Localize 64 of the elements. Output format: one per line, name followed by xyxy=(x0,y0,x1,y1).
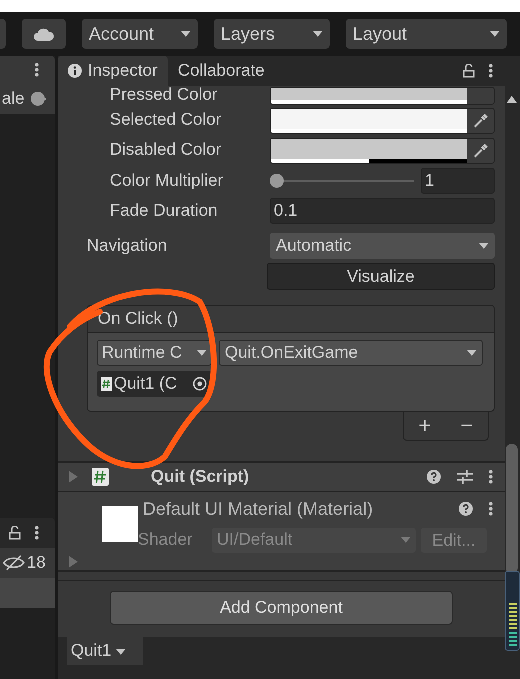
navigation-dropdown[interactable]: Automatic xyxy=(270,233,495,259)
slider-thumb-icon[interactable] xyxy=(30,92,46,106)
info-icon xyxy=(68,64,82,78)
eyedropper-icon[interactable] xyxy=(472,143,488,159)
add-button[interactable]: + xyxy=(418,415,432,437)
component-title: Quit (Script) xyxy=(151,466,250,488)
component-header[interactable]: Quit (Script) xyxy=(58,463,505,492)
caret-icon xyxy=(181,31,191,37)
material-preview xyxy=(102,506,138,542)
bottom-tab[interactable]: Quit1 xyxy=(67,637,143,665)
script-icon xyxy=(92,468,109,486)
material-title: Default UI Material (Material) xyxy=(143,498,374,521)
more-icon[interactable] xyxy=(35,63,39,77)
more-icon[interactable] xyxy=(489,64,493,78)
caret-icon xyxy=(116,649,126,655)
cloud-button[interactable] xyxy=(22,19,66,49)
lock-icon[interactable] xyxy=(9,526,21,540)
remove-button[interactable]: − xyxy=(460,415,474,437)
sliders-icon[interactable] xyxy=(457,470,473,484)
property-label: Color Multiplier xyxy=(109,170,224,192)
property-label: Disabled Color xyxy=(110,140,222,159)
runtime-dropdown[interactable]: Runtime C xyxy=(97,340,212,366)
visualize-button[interactable]: Visualize xyxy=(267,263,495,290)
number-field[interactable]: 0.1 xyxy=(270,198,495,224)
property-label: Fade Duration xyxy=(109,200,219,222)
color-field[interactable] xyxy=(270,138,495,164)
object-field[interactable]: Quit1 (C xyxy=(97,371,212,397)
target-icon[interactable] xyxy=(193,377,207,391)
function-dropdown[interactable]: Quit.OnExitGame xyxy=(219,340,483,366)
toolbar-dropdown[interactable]: Layers xyxy=(214,19,330,49)
help-icon[interactable] xyxy=(427,470,441,484)
caret-icon xyxy=(490,31,500,37)
script-icon xyxy=(101,377,112,391)
slider[interactable] xyxy=(270,174,414,188)
number-field[interactable]: 1 xyxy=(421,168,495,194)
caret-icon xyxy=(401,537,411,543)
more-icon[interactable] xyxy=(35,526,39,540)
cloud-icon xyxy=(33,27,55,41)
field-label: ale xyxy=(2,88,25,110)
color-field[interactable] xyxy=(270,87,495,105)
panel-tab[interactable]: Inspector xyxy=(58,56,168,86)
count-label: 18 xyxy=(27,552,46,574)
more-icon[interactable] xyxy=(489,502,493,516)
event-header: On Click () xyxy=(88,306,494,333)
caret-icon xyxy=(197,350,207,356)
scroll-up-icon[interactable] xyxy=(507,96,517,103)
caret-icon xyxy=(313,31,323,37)
help-icon[interactable] xyxy=(459,502,473,516)
caret-icon xyxy=(467,350,477,356)
property-label: Selected Color xyxy=(110,110,222,129)
more-icon[interactable] xyxy=(489,470,493,484)
lock-icon[interactable] xyxy=(463,64,475,78)
toolbar-dropdown[interactable]: Account xyxy=(82,19,198,49)
property-label: Pressed Color xyxy=(110,86,218,104)
scrollbar-thumb[interactable] xyxy=(506,444,518,574)
panel-tab[interactable]: Collaborate xyxy=(168,56,275,86)
color-field[interactable] xyxy=(270,108,495,134)
caret-icon xyxy=(479,243,489,249)
eyedropper-icon[interactable] xyxy=(472,113,488,129)
add-component-button[interactable]: Add Component xyxy=(110,591,453,625)
toolbar-dropdown[interactable]: Layout xyxy=(346,19,507,49)
property-label: Navigation xyxy=(86,235,168,258)
eye-slash-icon[interactable] xyxy=(3,555,25,571)
shader-label: Shader xyxy=(138,529,194,552)
